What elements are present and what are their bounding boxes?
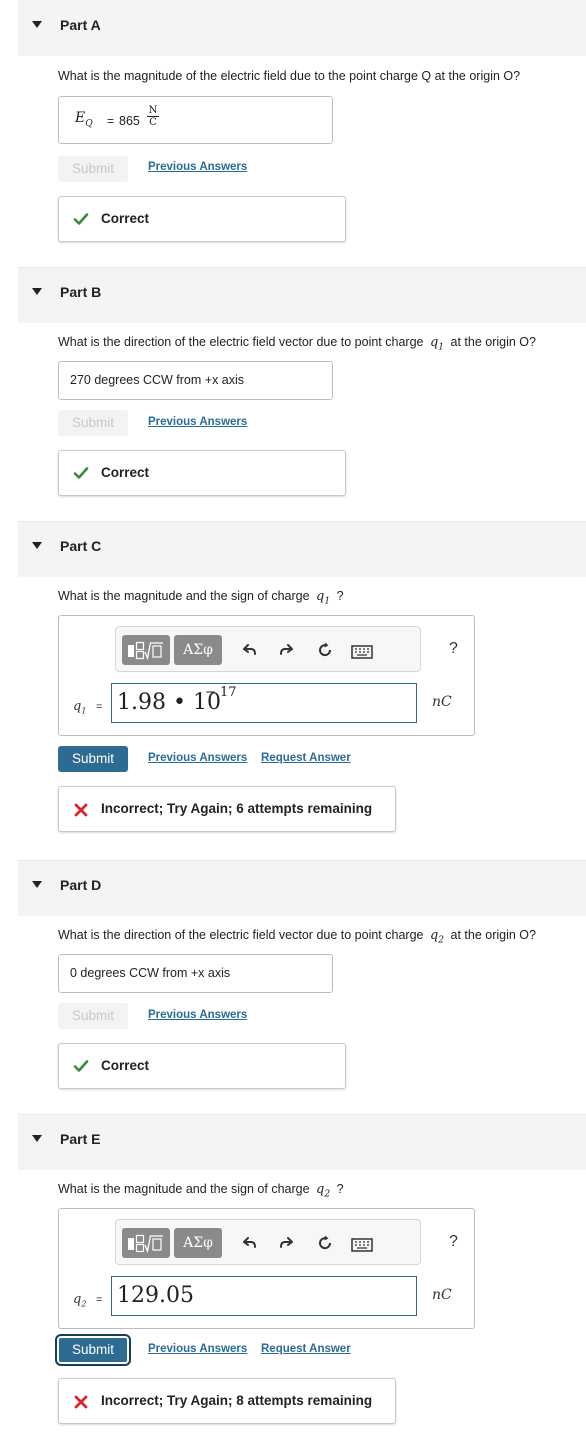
part-c-math-editor: ΑΣφ ? q1 = 1.98 • 10 − 17 nC <box>58 615 475 736</box>
collapse-triangle-icon[interactable] <box>32 288 42 295</box>
reset-icon[interactable] <box>316 641 334 659</box>
answer-input[interactable]: 129.05 <box>111 1276 417 1316</box>
part-d-feedback: Correct <box>58 1043 346 1089</box>
keyboard-icon[interactable] <box>351 643 373 661</box>
part-a-title: Part A <box>60 17 101 33</box>
question-text-end: ? <box>336 1182 344 1196</box>
question-text-end: at the origin O? <box>450 335 536 349</box>
feedback-text: Correct <box>101 211 150 226</box>
greek-symbols-button[interactable]: ΑΣφ <box>174 1228 222 1258</box>
question-variable: q2 <box>316 1182 331 1200</box>
part-e-feedback: Incorrect; Try Again; 8 attempts remaini… <box>58 1378 396 1424</box>
help-icon[interactable]: ? <box>449 640 458 658</box>
part-e-request-answer-link[interactable]: Request Answer <box>261 1343 351 1355</box>
collapse-triangle-icon[interactable] <box>32 1135 42 1142</box>
redo-icon[interactable] <box>278 641 296 659</box>
unit-numerator: N <box>147 105 159 117</box>
templates-button[interactable] <box>122 635 170 665</box>
answer-input[interactable]: 1.98 • 10 − 17 <box>111 683 417 723</box>
unit-label: nC <box>432 694 452 710</box>
feedback-text: Correct <box>101 465 150 480</box>
input-exponent: − 17 <box>205 685 237 700</box>
question-text-end: ? <box>336 589 344 603</box>
part-e-math-editor: ΑΣφ ? q2 = 129.05 nC <box>58 1208 475 1329</box>
part-b-title: Part B <box>60 284 102 300</box>
part-e-question: What is the magnitude and the sign of ch… <box>58 1182 344 1200</box>
answer-value: 0 degrees CCW from +x axis <box>70 966 231 980</box>
answer-variable: EQ <box>75 110 93 129</box>
part-a-previous-answers-link[interactable]: Previous Answers <box>148 161 247 173</box>
part-d-submit-button[interactable]: Submit <box>58 1003 128 1029</box>
check-icon <box>73 1060 89 1072</box>
part-c-question: What is the magnitude and the sign of ch… <box>58 589 344 607</box>
question-text: What is the direction of the electric fi… <box>58 928 424 942</box>
part-c-submit-button[interactable]: Submit <box>58 746 128 772</box>
question-variable: q1 <box>429 335 445 353</box>
part-a-header[interactable] <box>18 0 586 56</box>
question-text: What is the magnitude and the sign of ch… <box>58 1182 310 1196</box>
unit-denominator: C <box>149 117 157 128</box>
question-text: What is the direction of the electric fi… <box>58 335 424 349</box>
part-c-previous-answers-link[interactable]: Previous Answers <box>148 752 247 764</box>
reset-icon[interactable] <box>316 1234 334 1252</box>
part-b-question: What is the direction of the electric fi… <box>58 335 536 353</box>
part-b-previous-answers-link[interactable]: Previous Answers <box>148 416 247 428</box>
part-a-answer-box: EQ = 865 N C <box>58 96 333 144</box>
question-variable: q1 <box>316 589 331 607</box>
part-e-header[interactable] <box>18 1114 586 1170</box>
part-d-answer-box: 0 degrees CCW from +x axis <box>58 954 333 993</box>
part-b-feedback: Correct <box>58 450 346 496</box>
feedback-text: Incorrect; Try Again; 6 attempts remaini… <box>101 801 373 816</box>
check-icon <box>73 467 89 479</box>
undo-icon[interactable] <box>240 641 258 659</box>
templates-icon <box>128 1234 163 1254</box>
help-icon[interactable]: ? <box>449 1233 458 1251</box>
unit-fraction: N C <box>147 105 159 128</box>
question-text: What is the magnitude and the sign of ch… <box>58 589 310 603</box>
part-d-question: What is the direction of the electric fi… <box>58 928 536 946</box>
collapse-triangle-icon[interactable] <box>32 881 42 888</box>
part-d-title: Part D <box>60 877 102 893</box>
feedback-text: Correct <box>101 1058 150 1073</box>
answer-value: 270 degrees CCW from +x axis <box>70 373 245 387</box>
part-c-request-answer-link[interactable]: Request Answer <box>261 752 351 764</box>
undo-icon[interactable] <box>240 1234 258 1252</box>
collapse-triangle-icon[interactable] <box>32 542 42 549</box>
part-b-answer-box: 270 degrees CCW from +x axis <box>58 361 333 400</box>
part-e-previous-answers-link[interactable]: Previous Answers <box>148 1343 247 1355</box>
x-icon <box>74 803 88 817</box>
equals-sign: = <box>107 114 115 128</box>
collapse-triangle-icon[interactable] <box>32 21 42 28</box>
x-icon <box>74 1395 88 1409</box>
templates-icon <box>128 641 163 661</box>
part-a-feedback: Correct <box>58 196 346 242</box>
part-d-header[interactable] <box>18 860 586 916</box>
question-variable: q2 <box>429 928 445 946</box>
input-variable-label: q1 = <box>73 699 103 716</box>
part-c-feedback: Incorrect; Try Again; 6 attempts remaini… <box>58 786 396 832</box>
part-b-header[interactable] <box>18 267 586 323</box>
keyboard-icon[interactable] <box>351 1236 373 1254</box>
unit-label: nC <box>432 1287 452 1303</box>
part-a-submit-button[interactable]: Submit <box>58 156 128 182</box>
input-variable-label: q2 = <box>73 1292 103 1309</box>
math-toolbar: ΑΣφ ? <box>115 1219 458 1265</box>
part-c-header[interactable] <box>18 521 586 577</box>
input-value: 129.05 <box>117 1283 194 1308</box>
redo-icon[interactable] <box>278 1234 296 1252</box>
part-b-submit-button[interactable]: Submit <box>58 410 128 436</box>
greek-symbols-button[interactable]: ΑΣφ <box>174 635 222 665</box>
templates-button[interactable] <box>122 1228 170 1258</box>
check-icon <box>73 213 89 225</box>
part-c-title: Part C <box>60 538 102 554</box>
part-d-previous-answers-link[interactable]: Previous Answers <box>148 1009 247 1021</box>
math-toolbar: ΑΣφ ? <box>115 626 458 672</box>
question-text-end: at the origin O? <box>450 928 536 942</box>
part-e-submit-button[interactable]: Submit <box>55 1334 131 1366</box>
part-a-question: What is the magnitude of the electric fi… <box>58 69 521 83</box>
feedback-text: Incorrect; Try Again; 8 attempts remaini… <box>101 1393 373 1408</box>
answer-value: 865 <box>119 114 140 128</box>
part-e-title: Part E <box>60 1131 101 1147</box>
